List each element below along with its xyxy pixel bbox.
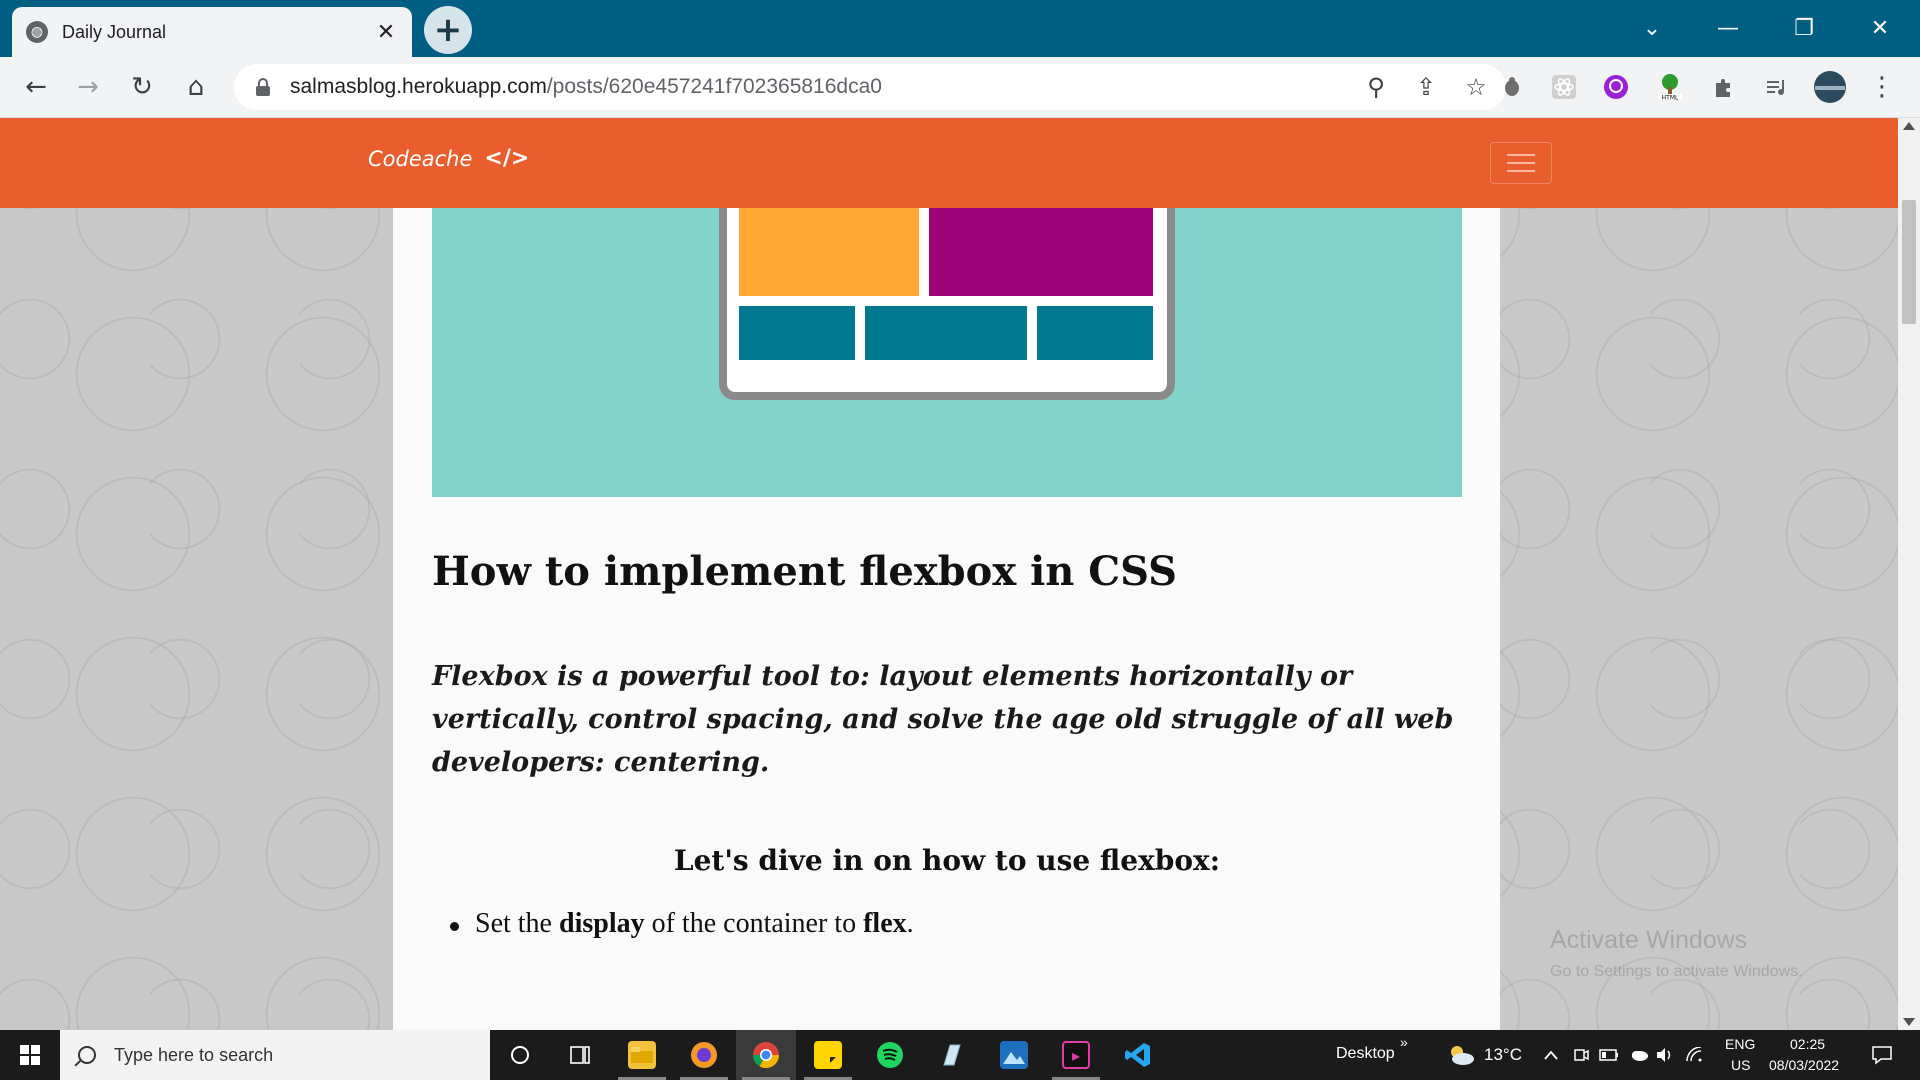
page-scrollbar[interactable] — [1898, 118, 1920, 1030]
meet-now-icon[interactable] — [1571, 1045, 1591, 1065]
lock-icon[interactable] — [256, 78, 270, 96]
hamburger-line — [1507, 170, 1535, 172]
search-placeholder: Type here to search — [114, 1044, 274, 1065]
activate-windows-watermark: Activate Windows Go to Settings to activ… — [1550, 926, 1803, 981]
back-button[interactable]: ← — [16, 67, 56, 107]
list-item-text: . — [906, 908, 914, 939]
url-host: salmasblog.herokuapp.com — [290, 75, 547, 98]
teal-flex-item — [865, 306, 1027, 360]
reload-button[interactable]: ↻ — [122, 67, 162, 107]
svg-text:HTML: HTML — [1662, 95, 1679, 102]
scroll-down-arrow-icon[interactable] — [1903, 1018, 1915, 1026]
profile-avatar[interactable] — [1812, 69, 1848, 105]
list-item-text: Set the — [475, 908, 559, 939]
language-bottom[interactable]: US — [1731, 1057, 1750, 1073]
list-item-keyword: flex — [863, 908, 907, 939]
extensions-puzzle-icon[interactable] — [1706, 69, 1742, 105]
chrome-icon[interactable] — [736, 1030, 796, 1080]
pen-app-icon[interactable] — [922, 1030, 982, 1080]
tab-search-icon[interactable]: ⌄ — [1622, 8, 1682, 48]
list-item-keyword: display — [559, 908, 645, 939]
windows-taskbar: Type here to search ▸ Desktop » 13°C ENG… — [0, 1030, 1920, 1080]
list-item-text: of the container to — [644, 908, 864, 939]
hamburger-line — [1507, 162, 1535, 164]
close-window-button[interactable]: ✕ — [1850, 8, 1910, 48]
post-article: How to implement flexbox in CSS Flexbox … — [393, 118, 1500, 1030]
scrollbar-thumb[interactable] — [1902, 200, 1916, 324]
weather-temperature[interactable]: 13°C — [1484, 1045, 1522, 1065]
desktop-chevron-icon[interactable]: » — [1400, 1034, 1408, 1050]
close-tab-icon[interactable]: ✕ — [374, 20, 398, 45]
browser-toolbar: ← → ↻ ⌂ salmasblog.herokuapp.com/posts/6… — [0, 57, 1920, 118]
show-hidden-icons-chevron-icon[interactable] — [1541, 1045, 1561, 1065]
windows-logo-icon — [20, 1045, 40, 1065]
new-tab-button[interactable]: + — [424, 6, 472, 54]
post-steps-list: Set the display of the container to flex… — [432, 908, 914, 940]
notifications-icon[interactable] — [1870, 1045, 1894, 1065]
photos-icon[interactable] — [984, 1030, 1044, 1080]
cortana-icon[interactable] — [490, 1030, 550, 1080]
watermark-subtitle: Go to Settings to activate Windows. — [1550, 963, 1803, 980]
site-favicon-icon: ◍ — [26, 21, 48, 43]
orange-flex-item — [739, 208, 919, 296]
watermark-title: Activate Windows — [1550, 926, 1748, 954]
flexbox-layout-illustration — [719, 208, 1175, 400]
site-brand[interactable]: Codeache </> — [368, 146, 529, 171]
brave-browser-icon[interactable] — [674, 1030, 734, 1080]
battery-icon[interactable] — [1599, 1045, 1619, 1065]
terminal-icon[interactable]: ▸ — [1046, 1030, 1106, 1080]
language-top[interactable]: ENG — [1725, 1036, 1755, 1052]
purple-extension-icon[interactable] — [1598, 69, 1634, 105]
clock-date[interactable]: 08/03/2022 — [1769, 1057, 1839, 1073]
url-text[interactable]: salmasblog.herokuapp.com/posts/620e45724… — [290, 75, 1356, 99]
teal-flex-item — [1037, 306, 1153, 360]
purple-flex-item — [929, 208, 1153, 296]
clock-time[interactable]: 02:25 — [1790, 1036, 1825, 1052]
teal-flex-item — [739, 306, 855, 360]
brand-name: Codeache — [368, 146, 473, 171]
browser-tab[interactable]: ◍ Daily Journal ✕ — [12, 7, 412, 57]
sticky-notes-icon[interactable] — [798, 1030, 858, 1080]
minimize-button[interactable]: — — [1698, 8, 1758, 48]
post-lead: Flexbox is a powerful tool to: layout el… — [432, 661, 1454, 778]
start-button[interactable] — [0, 1030, 60, 1080]
search-icon — [78, 1046, 96, 1064]
section-heading: Let's dive in on how to use flexbox: — [673, 844, 1221, 877]
react-devtools-icon[interactable] — [1546, 69, 1582, 105]
taskbar-search-box[interactable]: Type here to search — [60, 1030, 490, 1080]
media-queue-icon[interactable] — [1758, 69, 1794, 105]
post-hero-image — [432, 208, 1462, 497]
forward-button[interactable]: → — [68, 67, 108, 107]
bug-extension-icon[interactable] — [1494, 69, 1530, 105]
wifi-icon[interactable] — [1685, 1045, 1705, 1065]
page-viewport: Codeache </> How to implement flexbox in… — [0, 118, 1898, 1030]
browser-menu-icon[interactable]: ⋮ — [1864, 69, 1900, 105]
task-view-icon[interactable] — [550, 1030, 610, 1080]
post-title: How to implement flexbox in CSS — [432, 548, 1178, 595]
list-item: Set the display of the container to flex… — [432, 908, 914, 940]
html-validator-icon[interactable]: HTML — [1652, 69, 1688, 105]
code-brackets-icon: </> — [484, 146, 530, 171]
restore-button[interactable]: ❐ — [1774, 8, 1834, 48]
tab-title: Daily Journal — [62, 21, 167, 42]
browser-tab-strip: ◍ Daily Journal ✕ + ⌄ — ❐ ✕ — [0, 0, 1920, 57]
onedrive-cloud-icon[interactable] — [1629, 1045, 1649, 1065]
nav-toggle-button[interactable] — [1490, 142, 1552, 184]
file-explorer-icon[interactable] — [612, 1030, 672, 1080]
spotify-icon[interactable] — [860, 1030, 920, 1080]
scroll-up-arrow-icon[interactable] — [1903, 122, 1915, 130]
site-navbar: Codeache </> — [0, 118, 1898, 208]
desktop-toolbar-label[interactable]: Desktop — [1336, 1045, 1395, 1063]
bookmark-star-icon[interactable]: ☆ — [1456, 67, 1496, 107]
volume-icon[interactable] — [1655, 1045, 1675, 1065]
vscode-icon[interactable] — [1108, 1030, 1168, 1080]
zoom-icon[interactable]: ⚲ — [1356, 67, 1396, 107]
url-path: /posts/620e457241f702365816dca0 — [546, 75, 882, 98]
address-bar[interactable]: salmasblog.herokuapp.com/posts/620e45724… — [234, 64, 1506, 110]
weather-icon[interactable] — [1446, 1045, 1476, 1065]
share-icon[interactable]: ⇪ — [1406, 67, 1446, 107]
hamburger-line — [1507, 154, 1535, 156]
home-button[interactable]: ⌂ — [176, 67, 216, 107]
